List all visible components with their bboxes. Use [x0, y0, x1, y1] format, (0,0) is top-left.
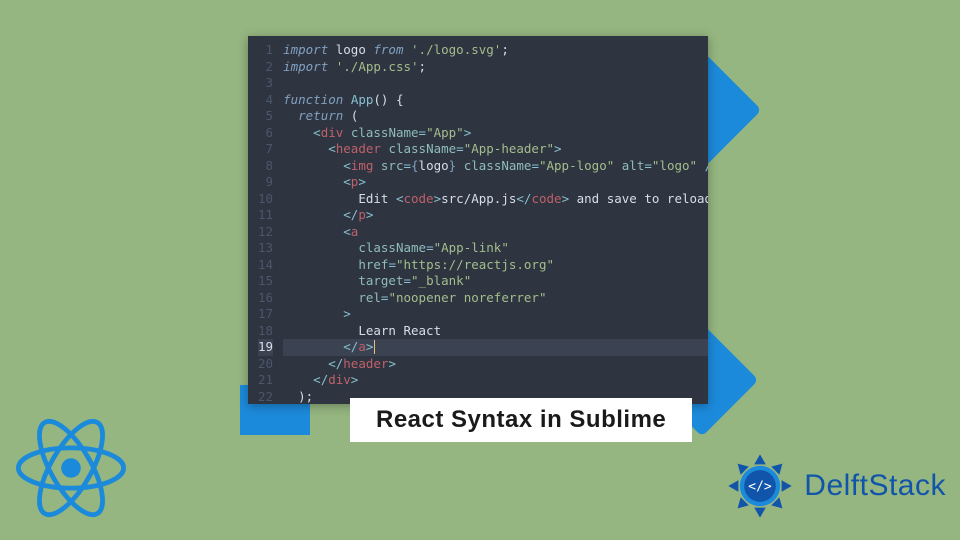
line-number: 16 [258, 290, 273, 307]
code-line: </div> [283, 372, 708, 389]
line-number: 14 [258, 257, 273, 274]
line-number: 10 [258, 191, 273, 208]
code-line [283, 75, 708, 92]
line-number: 17 [258, 306, 273, 323]
delftstack-logo-icon: </> [724, 450, 796, 522]
code-content: import logo from './logo.svg';import './… [279, 36, 708, 404]
line-number: 19 [258, 339, 273, 356]
code-line: href="https://reactjs.org" [283, 257, 708, 274]
code-line: Edit <code>src/App.js</code> and save to… [283, 191, 708, 208]
code-line: </a> [283, 339, 708, 356]
code-line: <img src={logo} className="App-logo" alt… [283, 158, 708, 175]
code-line: target="_blank" [283, 273, 708, 290]
react-logo-icon [16, 418, 126, 518]
code-line: <div className="App"> [283, 125, 708, 142]
line-number: 7 [258, 141, 273, 158]
line-number: 20 [258, 356, 273, 373]
line-number: 2 [258, 59, 273, 76]
text-cursor [374, 340, 375, 354]
code-line: rel="noopener noreferrer" [283, 290, 708, 307]
code-line: import logo from './logo.svg'; [283, 42, 708, 59]
svg-text:</>: </> [749, 479, 773, 494]
code-line: <header className="App-header"> [283, 141, 708, 158]
line-number: 6 [258, 125, 273, 142]
code-line: function App() { [283, 92, 708, 109]
delftstack-brand: </> DelftStack [724, 450, 946, 522]
code-line: <p> [283, 174, 708, 191]
line-number: 13 [258, 240, 273, 257]
line-number: 3 [258, 75, 273, 92]
line-number: 4 [258, 92, 273, 109]
line-number: 21 [258, 372, 273, 389]
line-number: 5 [258, 108, 273, 125]
line-number: 12 [258, 224, 273, 241]
line-number: 22 [258, 389, 273, 405]
line-number: 1 [258, 42, 273, 59]
line-number: 15 [258, 273, 273, 290]
line-number: 18 [258, 323, 273, 340]
line-number-gutter: 12345678910111213141516171819202122 [248, 36, 279, 404]
code-line: <a [283, 224, 708, 241]
code-line: Learn React [283, 323, 708, 340]
page-title: React Syntax in Sublime [350, 398, 692, 442]
code-editor: 12345678910111213141516171819202122 impo… [248, 36, 708, 404]
code-line: > [283, 306, 708, 323]
line-number: 9 [258, 174, 273, 191]
line-number: 8 [258, 158, 273, 175]
code-line: </p> [283, 207, 708, 224]
code-line: </header> [283, 356, 708, 373]
line-number: 11 [258, 207, 273, 224]
brand-text: DelftStack [804, 469, 946, 503]
code-line: className="App-link" [283, 240, 708, 257]
code-line: import './App.css'; [283, 59, 708, 76]
code-line: return ( [283, 108, 708, 125]
